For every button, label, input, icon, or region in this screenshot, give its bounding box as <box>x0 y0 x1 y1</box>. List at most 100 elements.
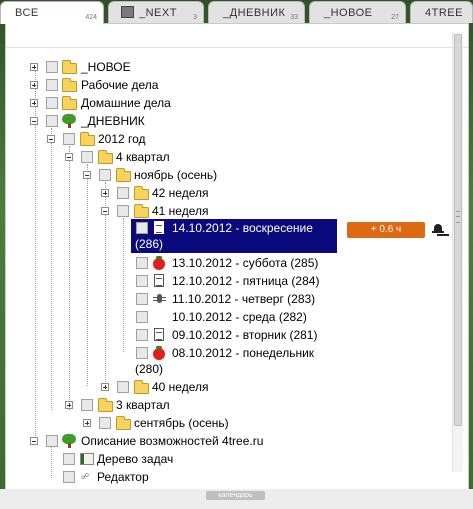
node-label: 10.10.2012 - среда (282) <box>172 310 307 324</box>
tree-node-day11[interactable]: 11.10.2012 - четверг (283) <box>131 291 351 307</box>
tree-node-selected[interactable]: 14.10.2012 - воскресение (286) <box>131 219 337 253</box>
expand-toggle[interactable] <box>101 189 109 197</box>
checkbox[interactable] <box>136 257 148 269</box>
tab-4tree[interactable]: 4TREE <box>410 1 473 23</box>
tree-node-day10[interactable]: 10.10.2012 - среда (282) <box>131 309 351 325</box>
tree-node-editor[interactable]: ☍ Редактор <box>63 469 263 485</box>
checkbox[interactable] <box>46 97 58 109</box>
picture-icon <box>80 453 94 465</box>
checkbox[interactable] <box>117 205 129 217</box>
node-label: 11.10.2012 - четверг (283) <box>172 292 316 306</box>
tree-node-q4[interactable]: 4 квартал <box>65 149 265 165</box>
checkbox[interactable] <box>63 471 75 483</box>
tree-node-week41[interactable]: 41 неделя <box>101 203 301 219</box>
expand-toggle[interactable] <box>30 81 38 89</box>
node-label: 09.10.2012 - вторник (281) <box>172 328 318 342</box>
collapse-toggle[interactable] <box>101 207 109 215</box>
node-label: 41 неделя <box>152 204 209 218</box>
expand-toggle[interactable] <box>30 99 38 107</box>
bell-icon[interactable] <box>432 223 444 236</box>
tree-node-day09[interactable]: 09.10.2012 - вторник (281) <box>131 327 351 343</box>
tree-node-home[interactable]: Домашние дела <box>30 95 230 111</box>
collapse-toggle[interactable] <box>30 117 38 125</box>
tab-bar: ВСЕ 424 _NEXT 3 _ДНЕВНИК 33 _НОВОЕ 27 4T… <box>0 0 473 24</box>
expand-toggle[interactable] <box>83 419 91 427</box>
checkbox[interactable] <box>136 275 148 287</box>
checkbox[interactable] <box>136 311 148 323</box>
tree-line <box>87 164 88 386</box>
checkbox[interactable] <box>99 417 111 429</box>
tree-node-year[interactable]: 2012 год <box>47 131 247 147</box>
checkbox[interactable] <box>136 293 148 305</box>
checkbox[interactable] <box>136 347 148 359</box>
tab-count: 424 <box>85 14 97 21</box>
checkbox[interactable] <box>117 187 129 199</box>
tab-label: 4TREE <box>425 7 463 19</box>
folder-icon <box>116 168 131 182</box>
node-label: 08.10.2012 - понедельник <box>172 346 315 360</box>
folder-icon <box>98 150 113 164</box>
tab-new[interactable]: _НОВОЕ 27 <box>309 1 406 23</box>
folder-icon <box>134 204 149 218</box>
tab-count: 27 <box>391 14 399 21</box>
tree-node-task-tree[interactable]: Дерево задач <box>63 451 263 467</box>
expand-toggle[interactable] <box>30 63 38 71</box>
tab-diary[interactable]: _ДНЕВНИК 33 <box>208 1 305 23</box>
document-icon <box>154 221 164 234</box>
tree-icon <box>62 114 76 128</box>
node-label: 12.10.2012 - пятница (284) <box>172 274 320 288</box>
tree-line <box>123 218 124 352</box>
tree-node-about[interactable]: Описание возможностей 4tree.ru <box>30 433 290 449</box>
tree-node-q3[interactable]: 3 квартал <box>65 397 265 413</box>
checkbox[interactable] <box>63 453 75 465</box>
node-label: 2012 год <box>98 132 146 146</box>
checkbox[interactable] <box>46 115 58 127</box>
image-icon <box>121 6 134 18</box>
tree-node-day13[interactable]: 13.10.2012 - суббота (285) <box>131 255 351 271</box>
checkbox[interactable] <box>81 151 93 163</box>
tree-node-day08[interactable]: 08.10.2012 - понедельник (280) <box>131 345 351 377</box>
collapse-toggle[interactable] <box>83 171 91 179</box>
folder-icon <box>62 60 77 74</box>
tab-all[interactable]: ВСЕ 424 <box>0 1 104 24</box>
tab-next[interactable]: _NEXT 3 <box>108 1 204 23</box>
checkbox[interactable] <box>63 133 75 145</box>
folder-icon <box>98 398 113 412</box>
checkbox[interactable] <box>46 435 58 447</box>
checkbox[interactable] <box>81 399 93 411</box>
tree-node-day12[interactable]: 12.10.2012 - пятница (284) <box>131 273 351 289</box>
document-icon <box>154 328 164 341</box>
tab-count: 3 <box>193 14 197 21</box>
folder-icon <box>62 96 77 110</box>
checkbox[interactable] <box>136 222 148 234</box>
collapse-toggle[interactable] <box>30 437 38 445</box>
checkbox[interactable] <box>46 79 58 91</box>
collapse-toggle[interactable] <box>65 153 73 161</box>
tab-label: _НОВОЕ <box>324 7 373 19</box>
tree-node-new[interactable]: _НОВОЕ <box>30 59 230 75</box>
checkbox[interactable] <box>46 61 58 73</box>
node-label: Домашние дела <box>81 96 171 110</box>
scrollbar-thumb[interactable] <box>454 34 462 426</box>
node-label: 4 квартал <box>116 150 170 164</box>
tab-count: 33 <box>290 14 298 21</box>
node-label-count: (286) <box>135 237 164 251</box>
tree-node-week42[interactable]: 42 неделя <box>101 185 301 201</box>
calendar-toggle[interactable]: календарь <box>206 491 265 500</box>
tree-node-november[interactable]: ноябрь (осень) <box>83 167 283 183</box>
tree-node-diary[interactable]: _ДНЕВНИК <box>30 113 230 129</box>
expand-toggle[interactable] <box>101 383 109 391</box>
expand-toggle[interactable] <box>65 401 73 409</box>
checkbox[interactable] <box>136 329 148 341</box>
tree-node-work[interactable]: Рабочие дела <box>30 77 230 93</box>
collapse-toggle[interactable] <box>47 135 55 143</box>
checkbox[interactable] <box>117 381 129 393</box>
tab-label: _ДНЕВНИК <box>223 7 286 19</box>
checkbox[interactable] <box>99 169 111 181</box>
node-label: ноябрь (осень) <box>134 168 218 182</box>
tree-node-september[interactable]: сентябрь (осень) <box>83 415 283 431</box>
folder-icon <box>116 416 131 430</box>
time-badge[interactable]: + 0.6 ч <box>347 222 425 238</box>
tree-node-week40[interactable]: 40 неделя <box>101 379 301 395</box>
vertical-scrollbar[interactable] <box>452 32 463 472</box>
